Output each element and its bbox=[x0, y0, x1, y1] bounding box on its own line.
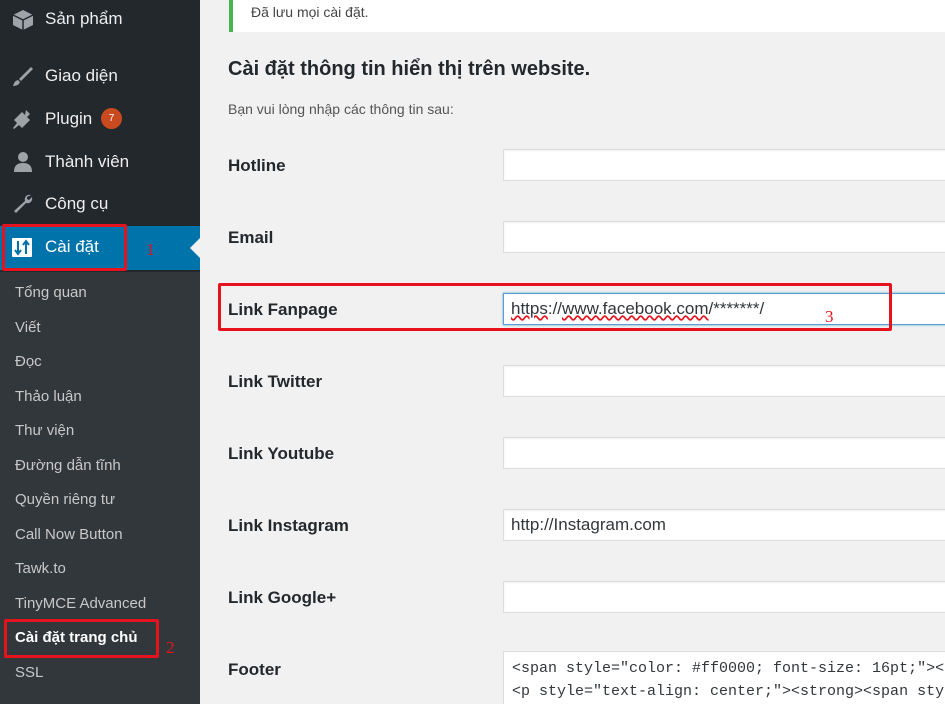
hotline-label: Hotline bbox=[228, 156, 286, 175]
footer-line-2: <p style="text-align: center;"><strong><… bbox=[512, 683, 945, 700]
notice-text: Đã lưu mọi cài đặt. bbox=[251, 4, 369, 20]
footer-label: Footer bbox=[228, 660, 281, 679]
submenu-item-privacy[interactable]: Quyền riêng tư bbox=[15, 491, 115, 508]
page-description: Bạn vui lòng nhập các thông tin sau: bbox=[228, 101, 454, 117]
saved-notice: Đã lưu mọi cài đặt. bbox=[229, 0, 945, 32]
annotation-number-3: 3 bbox=[825, 307, 834, 326]
instagram-input[interactable]: http://Instagram.com bbox=[503, 509, 945, 541]
submenu-item-ssl[interactable]: SSL bbox=[15, 664, 43, 681]
menu-label: Thành viên bbox=[45, 152, 130, 171]
google-plus-label: Link Google+ bbox=[228, 588, 337, 607]
submenu-item-call-now-button[interactable]: Call Now Button bbox=[15, 526, 123, 543]
submenu-item-reading[interactable]: Đọc bbox=[15, 353, 42, 370]
youtube-label: Link Youtube bbox=[228, 444, 335, 463]
menu-item-products[interactable]: Sản phẩm bbox=[0, 0, 200, 40]
submenu-item-writing[interactable]: Viết bbox=[15, 319, 41, 336]
page-title: Cài đặt thông tin hiển thị trên website. bbox=[228, 58, 591, 80]
twitter-input[interactable] bbox=[503, 365, 945, 397]
google-plus-input[interactable] bbox=[503, 581, 945, 613]
footer-textarea[interactable]: <span style="color: #ff0000; font-size: … bbox=[503, 651, 945, 704]
hotline-input[interactable] bbox=[503, 149, 945, 181]
submenu-item-permalinks[interactable]: Đường dẫn tĩnh bbox=[15, 457, 121, 474]
plugin-icon bbox=[13, 110, 30, 129]
update-count-badge: 7 bbox=[101, 108, 122, 129]
menu-label: Công cụ bbox=[45, 194, 109, 213]
wrench-icon bbox=[14, 194, 33, 213]
submenu-item-discussion[interactable]: Thảo luận bbox=[15, 388, 82, 405]
annotation-box-settings bbox=[2, 224, 127, 271]
email-input[interactable] bbox=[503, 221, 945, 253]
annotation-box-homepage-settings bbox=[4, 619, 159, 658]
submenu-item-media[interactable]: Thư viện bbox=[15, 422, 74, 439]
menu-item-tools[interactable]: Công cụ bbox=[0, 184, 200, 224]
annotation-box-fanpage bbox=[218, 283, 892, 331]
submenu-item-tawk[interactable]: Tawk.to bbox=[15, 560, 66, 577]
instagram-label: Link Instagram bbox=[228, 516, 349, 535]
menu-label: Giao diện bbox=[45, 66, 118, 85]
annotation-number-2: 2 bbox=[166, 638, 175, 657]
menu-item-appearance[interactable]: Giao diện bbox=[0, 56, 200, 96]
menu-item-plugins[interactable]: Plugin bbox=[0, 99, 200, 139]
brush-icon bbox=[13, 67, 33, 86]
user-icon bbox=[14, 152, 32, 172]
annotation-number-1: 1 bbox=[146, 240, 155, 259]
youtube-input[interactable] bbox=[503, 437, 945, 469]
submenu-item-tinymce[interactable]: TinyMCE Advanced bbox=[15, 595, 146, 612]
menu-label: Plugin bbox=[45, 109, 93, 128]
submenu-item-general[interactable]: Tổng quan bbox=[15, 284, 87, 301]
cube-icon bbox=[12, 10, 34, 30]
twitter-label: Link Twitter bbox=[228, 372, 323, 391]
email-label: Email bbox=[228, 228, 274, 247]
menu-item-users[interactable]: Thành viên bbox=[0, 142, 200, 182]
footer-line-1: <span style="color: #ff0000; font-size: … bbox=[512, 660, 945, 677]
admin-sidebar: Sản phẩm Giao diện Plugin 7 Thành viên C… bbox=[0, 0, 200, 704]
menu-label: Sản phẩm bbox=[45, 9, 123, 28]
